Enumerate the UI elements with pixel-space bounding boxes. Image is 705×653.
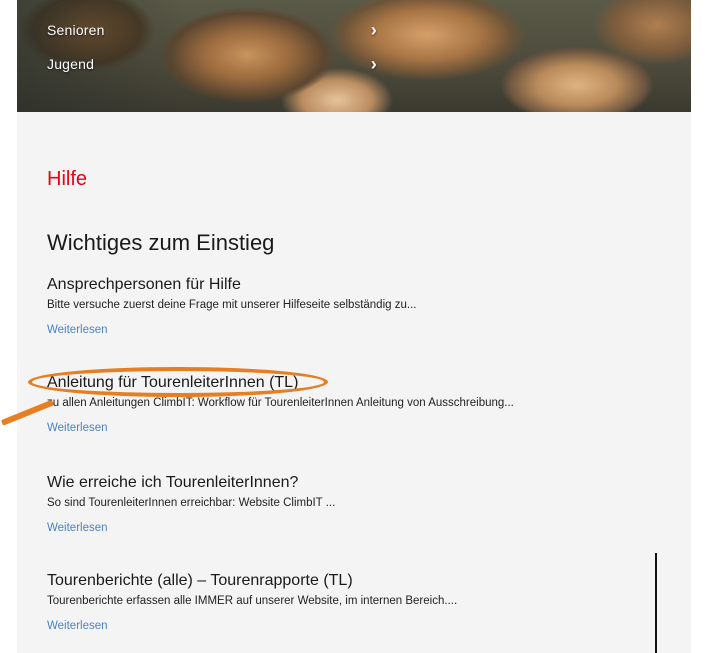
annotation-highlight-oval xyxy=(28,367,328,397)
vertical-divider xyxy=(655,553,657,653)
article-excerpt: So sind TourenleiterInnen erreichbar: We… xyxy=(47,497,336,509)
article-excerpt: zu allen Anleitungen ClimbIT: Workflow f… xyxy=(47,397,514,409)
article-item: Wie erreiche ich TourenleiterInnen? So s… xyxy=(47,474,667,536)
chevron-right-icon: › xyxy=(370,20,377,40)
nav-item-jugend[interactable]: Jugend › xyxy=(47,52,377,76)
article-excerpt: Bitte versuche zuerst deine Frage mit un… xyxy=(47,299,417,311)
article-item: Ansprechpersonen für Hilfe Bitte versuch… xyxy=(47,276,667,338)
section-title: Hilfe xyxy=(47,168,88,190)
nav-item-label: Senioren xyxy=(47,22,105,38)
article-title[interactable]: Tourenberichte (alle) – Tourenrapporte (… xyxy=(47,572,667,590)
read-more-link[interactable]: Weiterlesen xyxy=(47,620,108,632)
article-title[interactable]: Wie erreiche ich TourenleiterInnen? xyxy=(47,474,667,492)
hero-image-banner: Senioren › Jugend › xyxy=(17,0,691,112)
read-more-link[interactable]: Weiterlesen xyxy=(47,324,108,336)
read-more-link[interactable]: Weiterlesen xyxy=(47,522,108,534)
nav-item-senioren[interactable]: Senioren › xyxy=(47,18,377,42)
article-excerpt: Tourenberichte erfassen alle IMMER auf u… xyxy=(47,595,458,607)
article-item: Tourenberichte (alle) – Tourenrapporte (… xyxy=(47,572,667,634)
article-title[interactable]: Ansprechpersonen für Hilfe xyxy=(47,276,667,294)
chevron-right-icon: › xyxy=(370,54,377,74)
page-heading: Wichtiges zum Einstieg xyxy=(47,230,275,255)
nav-item-label: Jugend xyxy=(47,56,95,72)
read-more-link[interactable]: Weiterlesen xyxy=(47,422,108,434)
